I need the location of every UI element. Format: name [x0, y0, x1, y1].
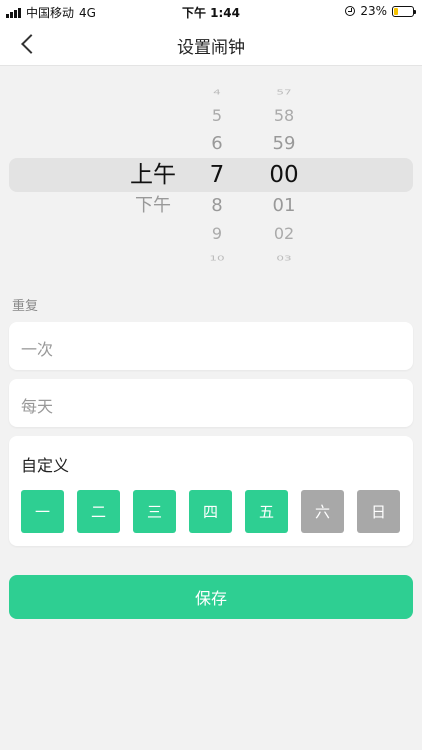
ampm-option[interactable]: 下午	[120, 197, 186, 215]
weekday-button[interactable]: 五	[245, 490, 288, 533]
repeat-daily-label: 每天	[21, 397, 54, 416]
minute-column[interactable]: 57 58 59 00 01 02 03	[257, 78, 311, 268]
repeat-once-label: 一次	[21, 340, 54, 359]
custom-repeat-label: 自定义	[21, 456, 70, 475]
hour-option[interactable]: 8	[195, 197, 239, 215]
hour-option[interactable]: 9	[195, 226, 239, 242]
repeat-once-option[interactable]: 一次	[9, 322, 413, 370]
minute-option[interactable]: 57	[257, 88, 311, 95]
hour-option[interactable]: 4	[195, 88, 239, 95]
weekday-button[interactable]: 四	[189, 490, 232, 533]
orientation-lock-icon	[345, 6, 356, 16]
repeat-label: 重复	[12, 299, 39, 314]
minute-option[interactable]: 01	[257, 197, 311, 215]
status-bar: 中国移动 4G 下午 1:44 23%	[0, 0, 422, 22]
custom-repeat-card: 自定义 一二三四五六日	[9, 436, 413, 546]
weekday-button[interactable]: 六	[301, 490, 344, 533]
repeat-daily-option[interactable]: 每天	[9, 379, 413, 427]
ampm-column[interactable]: 上午 下午	[120, 78, 186, 268]
hour-column[interactable]: 4 5 6 7 8 9 10	[195, 78, 239, 268]
ampm-option[interactable]: 上午	[120, 163, 186, 187]
battery-icon	[392, 5, 416, 17]
time-picker: 上午 下午 4 5 6 7 8 9 10 57 58 59 00 01 02 03	[0, 78, 422, 268]
weekday-button[interactable]: 日	[357, 490, 400, 533]
hour-option[interactable]: 5	[195, 108, 239, 124]
minute-option[interactable]: 03	[257, 254, 311, 261]
weekday-button[interactable]: 三	[133, 490, 176, 533]
minute-option[interactable]: 02	[257, 226, 311, 242]
weekday-button[interactable]: 二	[77, 490, 120, 533]
weekday-button[interactable]: 一	[21, 490, 64, 533]
minute-option[interactable]: 59	[257, 135, 311, 153]
save-button[interactable]: 保存	[9, 575, 413, 619]
nav-bar: 设置闹钟	[0, 22, 422, 66]
hour-option[interactable]: 6	[195, 135, 239, 153]
battery-percent: 23%	[360, 4, 387, 18]
minute-option[interactable]: 00	[257, 163, 311, 187]
minute-option[interactable]: 58	[257, 108, 311, 124]
hour-option[interactable]: 7	[195, 163, 239, 187]
hour-option[interactable]: 10	[195, 254, 239, 261]
page-title: 设置闹钟	[177, 38, 245, 58]
